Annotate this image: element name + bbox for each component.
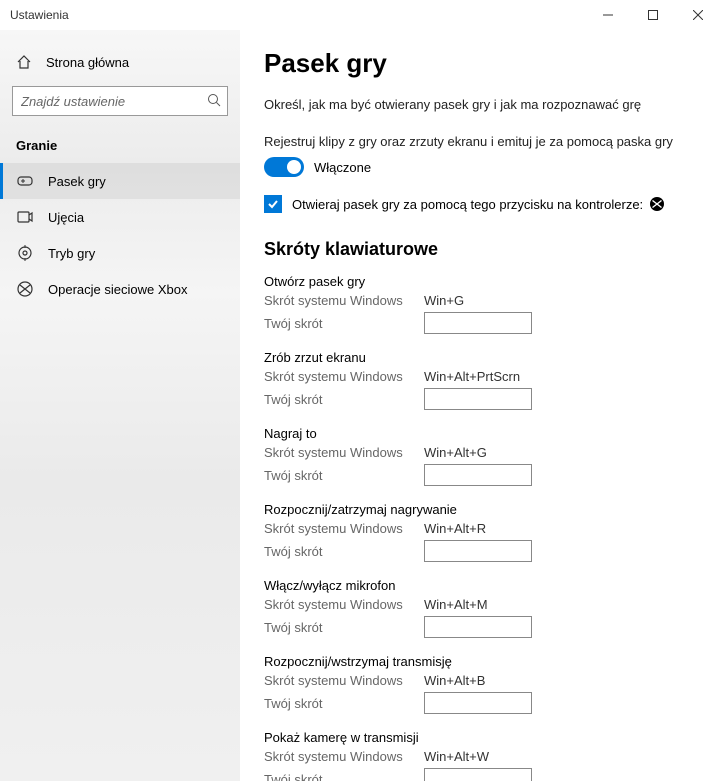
game-mode-icon xyxy=(16,245,34,261)
toggle-state-label: Włączone xyxy=(314,160,371,175)
checkmark-icon xyxy=(267,198,279,210)
your-shortcut-label: Twój skrót xyxy=(264,468,424,483)
your-shortcut-input[interactable] xyxy=(424,464,532,486)
your-shortcut-label: Twój skrót xyxy=(264,544,424,559)
shortcut-name: Rozpocznij/zatrzymaj nagrywanie xyxy=(264,502,696,517)
search-input[interactable] xyxy=(21,94,207,109)
system-shortcut-label: Skrót systemu Windows xyxy=(264,673,424,688)
shortcut-group: Pokaż kamerę w transmisji Skrót systemu W… xyxy=(264,730,696,781)
your-shortcut-label: Twój skrót xyxy=(264,620,424,635)
shortcut-name: Włącz/wyłącz mikrofon xyxy=(264,578,696,593)
system-shortcut-value: Win+G xyxy=(424,293,464,308)
xbox-button-icon xyxy=(649,196,665,212)
system-shortcut-value: Win+Alt+W xyxy=(424,749,489,764)
shortcut-group: Zrób zrzut ekranu Skrót systemu WindowsWi… xyxy=(264,350,696,410)
sidebar-item-label: Tryb gry xyxy=(48,246,95,261)
shortcut-group: Rozpocznij/wstrzymaj transmisję Skrót sys… xyxy=(264,654,696,714)
home-link[interactable]: Strona główna xyxy=(0,48,240,76)
sidebar-item-label: Pasek gry xyxy=(48,174,106,189)
sidebar-item-captures[interactable]: Ujęcia xyxy=(0,199,240,235)
your-shortcut-label: Twój skrót xyxy=(264,316,424,331)
system-shortcut-value: Win+Alt+M xyxy=(424,597,488,612)
titlebar: Ustawienia xyxy=(0,0,720,30)
captures-icon xyxy=(16,209,34,225)
your-shortcut-input[interactable] xyxy=(424,616,532,638)
maximize-button[interactable] xyxy=(630,0,675,30)
sidebar-item-game-bar[interactable]: Pasek gry xyxy=(0,163,240,199)
shortcuts-heading: Skróty klawiaturowe xyxy=(264,239,696,260)
system-shortcut-label: Skrót systemu Windows xyxy=(264,293,424,308)
shortcut-group: Rozpocznij/zatrzymaj nagrywanie Skrót sys… xyxy=(264,502,696,562)
system-shortcut-label: Skrót systemu Windows xyxy=(264,445,424,460)
sidebar-item-label: Ujęcia xyxy=(48,210,84,225)
window-title: Ustawienia xyxy=(10,8,69,22)
shortcut-group: Otwórz pasek gry Skrót systemu WindowsWin… xyxy=(264,274,696,334)
toggle-description: Rejestruj klipy z gry oraz zrzuty ekranu… xyxy=(264,134,696,149)
system-shortcut-value: Win+Alt+PrtScrn xyxy=(424,369,520,384)
your-shortcut-label: Twój skrót xyxy=(264,392,424,407)
shortcut-name: Otwórz pasek gry xyxy=(264,274,696,289)
search-input-container[interactable] xyxy=(12,86,228,116)
home-label: Strona główna xyxy=(46,55,129,70)
shortcut-name: Zrób zrzut ekranu xyxy=(264,350,696,365)
system-shortcut-label: Skrót systemu Windows xyxy=(264,369,424,384)
controller-checkbox[interactable] xyxy=(264,195,282,213)
system-shortcut-label: Skrót systemu Windows xyxy=(264,521,424,536)
shortcut-name: Nagraj to xyxy=(264,426,696,441)
page-title: Pasek gry xyxy=(264,48,696,79)
shortcut-group: Nagraj to Skrót systemu WindowsWin+Alt+GT… xyxy=(264,426,696,486)
your-shortcut-input[interactable] xyxy=(424,540,532,562)
content-area: Pasek gry Określ, jak ma być otwierany p… xyxy=(240,30,720,781)
home-icon xyxy=(16,54,32,70)
shortcut-name: Rozpocznij/wstrzymaj transmisję xyxy=(264,654,696,669)
shortcut-name: Pokaż kamerę w transmisji xyxy=(264,730,696,745)
your-shortcut-input[interactable] xyxy=(424,388,532,410)
your-shortcut-input[interactable] xyxy=(424,312,532,334)
system-shortcut-label: Skrót systemu Windows xyxy=(264,749,424,764)
sidebar: Strona główna Granie Pasek gry xyxy=(0,30,240,781)
system-shortcut-label: Skrót systemu Windows xyxy=(264,597,424,612)
sidebar-item-label: Operacje sieciowe Xbox xyxy=(48,282,187,297)
your-shortcut-label: Twój skrót xyxy=(264,696,424,711)
sidebar-item-xbox-networking[interactable]: Operacje sieciowe Xbox xyxy=(0,271,240,307)
close-button[interactable] xyxy=(675,0,720,30)
page-description: Określ, jak ma być otwierany pasek gry i… xyxy=(264,97,696,112)
game-bar-icon xyxy=(16,173,34,189)
system-shortcut-value: Win+Alt+B xyxy=(424,673,485,688)
your-shortcut-input[interactable] xyxy=(424,768,532,781)
sidebar-category: Granie xyxy=(0,130,240,163)
xbox-icon xyxy=(16,281,34,297)
your-shortcut-input[interactable] xyxy=(424,692,532,714)
minimize-button[interactable] xyxy=(585,0,630,30)
record-toggle[interactable] xyxy=(264,157,304,177)
shortcut-group: Włącz/wyłącz mikrofon Skrót systemu Windo… xyxy=(264,578,696,638)
system-shortcut-value: Win+Alt+R xyxy=(424,521,486,536)
search-icon xyxy=(207,93,221,110)
your-shortcut-label: Twój skrót xyxy=(264,772,424,781)
controller-checkbox-label: Otwieraj pasek gry za pomocą tego przyci… xyxy=(292,197,643,212)
system-shortcut-value: Win+Alt+G xyxy=(424,445,487,460)
sidebar-item-game-mode[interactable]: Tryb gry xyxy=(0,235,240,271)
